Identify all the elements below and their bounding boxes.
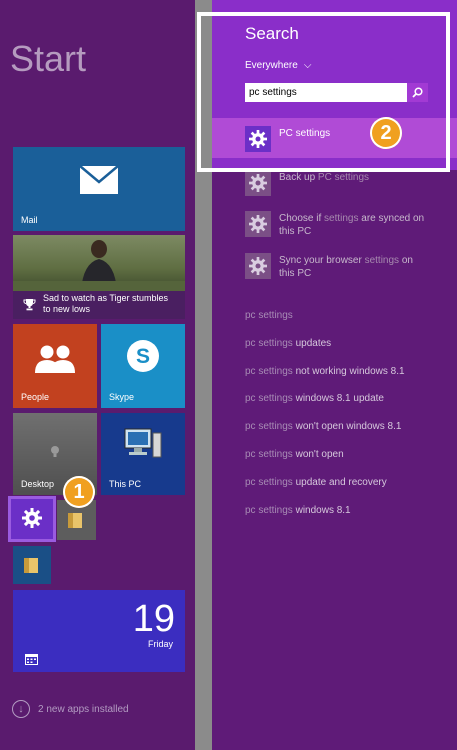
calendar-day-number: 19	[132, 598, 175, 640]
tile-calendar[interactable]: 19 Friday	[13, 590, 185, 672]
tile-thispc-label: This PC	[109, 479, 142, 489]
tile-desktop-label: Desktop	[21, 479, 55, 489]
tile-file-explorer[interactable]	[13, 546, 51, 584]
apps-installed-notice[interactable]: ↓ 2 new apps installed	[12, 700, 129, 718]
gear-icon	[22, 508, 42, 528]
tile-thispc[interactable]: This PC	[101, 413, 185, 495]
tile-news[interactable]: Sad to watch as Tiger stumbles to new lo…	[13, 235, 185, 319]
result-label: Back up PC settings	[279, 172, 370, 183]
suggestion-item[interactable]: pc settings windows 8.1	[245, 505, 351, 516]
gear-icon	[245, 253, 271, 279]
skype-icon: S	[127, 340, 159, 372]
svg-text:S: S	[136, 345, 150, 368]
folder-icon	[68, 513, 82, 528]
result-label: PC settings	[279, 128, 331, 139]
tile-mail-label: Mail	[21, 215, 38, 225]
lamp-icon	[51, 446, 59, 457]
suggestion-item[interactable]: pc settings not working windows 8.1	[245, 366, 405, 377]
folder-icon	[24, 558, 38, 573]
result-label: Choose if settings are synced on this PC	[279, 213, 425, 237]
result-sync-settings[interactable]: Choose if settings are synced on this PC	[245, 211, 429, 238]
news-caption: Sad to watch as Tiger stumbles to new lo…	[43, 293, 169, 314]
gear-icon	[245, 211, 271, 237]
result-browser-sync-settings[interactable]: Sync your browser settings on this PC	[245, 253, 429, 280]
download-arrow-icon: ↓	[12, 700, 30, 718]
start-title: Start	[10, 38, 87, 79]
computer-icon	[124, 428, 162, 458]
tile-people-label: People	[21, 392, 50, 402]
step-badge-1: 1	[63, 476, 95, 508]
suggestion-item[interactable]: pc settings updates	[245, 338, 331, 349]
news-photo	[13, 235, 185, 291]
suggestion-item[interactable]: pc settings update and recovery	[245, 477, 387, 488]
search-title: Search	[245, 24, 299, 43]
search-input[interactable]	[245, 84, 413, 101]
search-box	[245, 83, 428, 102]
search-button[interactable]	[407, 83, 428, 102]
suggestion-item[interactable]: pc settings won't open windows 8.1	[245, 421, 401, 432]
search-scope-dropdown[interactable]: Everywhere ⌵	[245, 60, 311, 71]
step-badge-2: 2	[370, 117, 402, 149]
apps-installed-text: 2 new apps installed	[38, 703, 129, 715]
gear-icon	[245, 126, 271, 152]
calendar-weekday: Friday	[147, 639, 173, 649]
trophy-icon	[23, 299, 36, 311]
result-label: Sync your browser settings on this PC	[279, 255, 413, 279]
suggestion-item[interactable]: pc settings windows 8.1 update	[245, 393, 384, 404]
gear-icon	[245, 170, 271, 196]
tile-people[interactable]: People	[13, 324, 97, 408]
suggestion-item[interactable]: pc settings	[245, 310, 293, 321]
start-screen: Start Mail Sad to watch as Tiger stumble…	[0, 0, 195, 750]
tile-pc-settings[interactable]	[8, 496, 56, 542]
tile-mail[interactable]: Mail	[13, 147, 185, 231]
search-pane: Search Everywhere ⌵ PC settings Back up P…	[212, 0, 457, 750]
search-scope-label: Everywhere	[245, 60, 298, 71]
calendar-icon	[25, 654, 38, 665]
pane-separator	[195, 0, 212, 750]
chevron-down-icon: ⌵	[303, 60, 312, 71]
mail-icon	[79, 165, 119, 194]
search-icon	[412, 87, 423, 98]
tile-skype-label: Skype	[109, 392, 135, 402]
result-backup-pc-settings[interactable]: Back up PC settings	[245, 170, 429, 196]
suggestion-item[interactable]: pc settings won't open	[245, 449, 344, 460]
tile-skype[interactable]: S Skype	[101, 324, 185, 408]
people-icon	[35, 345, 75, 373]
